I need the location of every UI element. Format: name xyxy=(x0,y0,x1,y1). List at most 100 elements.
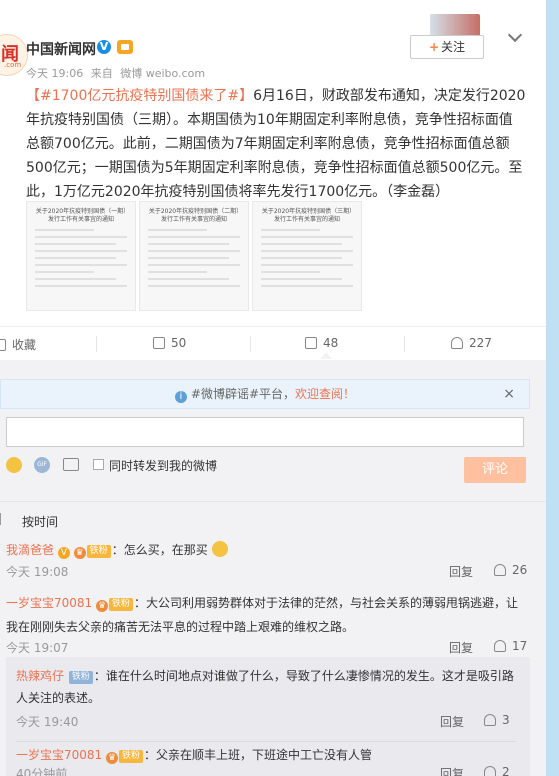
commenter-name[interactable]: 我滴爸爸 xyxy=(6,543,54,557)
chevron-down-icon[interactable] xyxy=(507,27,523,43)
reply-thread-box: 热辣鸡仔 铁粉 ：谁在什么时间地点对谁做了什么，导致了什么凄惨情况的发生。这才是吸… xyxy=(6,657,530,776)
notice-text[interactable]: 欢迎查阅！ xyxy=(295,387,355,401)
post-body: 6月16日，财政部发布通知，决定发行2020年抗疫特别国债（三期）。本期国债为1… xyxy=(26,88,526,200)
comment-like-button[interactable]: 26 xyxy=(494,563,527,577)
follow-button[interactable]: + 关注 xyxy=(410,35,484,59)
reply-like-button[interactable]: 2 xyxy=(484,765,510,776)
reply-text: ：父亲在顺丰上班，下班途中工亡没有人管 xyxy=(144,748,373,762)
reply-button[interactable]: 回复 xyxy=(440,713,464,730)
image-text-line xyxy=(261,257,342,259)
comment-time: 今天 19:08 xyxy=(6,565,69,579)
comment-icon xyxy=(305,337,317,349)
comment-sort-bar: 按时间 xyxy=(0,501,546,536)
member-icon: ♛ xyxy=(73,547,86,559)
image-text-line xyxy=(261,250,353,252)
reply-time: 40分钟前 xyxy=(16,767,68,776)
post-author-name[interactable]: 中国新闻网 xyxy=(26,39,96,59)
image-text-line xyxy=(261,236,353,238)
notice-link[interactable]: #微博辟谣#平台， xyxy=(191,387,295,401)
thumbs-up-icon xyxy=(494,640,506,652)
post-text: 【#1700亿元抗疫特别国债来了#】6月16日，财政部发布通知，决定发行2020… xyxy=(26,84,526,204)
submit-comment-button[interactable]: 评论 xyxy=(464,457,526,483)
reply-like-count: 2 xyxy=(502,765,510,776)
image-text-line xyxy=(148,271,208,273)
image-text-line xyxy=(35,250,127,252)
comment-count: 48 xyxy=(323,336,339,350)
gif-icon[interactable]: GIF xyxy=(34,457,50,473)
post-hashtag[interactable]: 【#1700亿元抗疫特别国债来了#】 xyxy=(26,88,253,104)
post-source-prefix: 来自 xyxy=(90,67,113,80)
comment-time: 今天 19:07 xyxy=(6,641,69,655)
commenter-name[interactable]: 热辣鸡仔 xyxy=(16,669,64,683)
comment-content: 一岁宝宝70081 ♛ 铁粉 ：大公司利用弱势群体对于法律的茫然，与社会关系的薄弱甩… xyxy=(6,591,526,639)
reply-button[interactable]: 回复 xyxy=(449,563,473,580)
thumbs-up-icon xyxy=(451,337,463,349)
post-source[interactable]: 微博 weibo.com xyxy=(120,67,205,80)
repost-button[interactable]: 50 xyxy=(153,336,186,350)
reply-content: 热辣鸡仔 铁粉 ：谁在什么时间地点对谁做了什么，导致了什么凄惨情况的发生。这才是吸… xyxy=(16,665,516,709)
post-image-2[interactable]: 关于2020年抗疫特别国债（二期）发行工作有关事宜的通知 xyxy=(139,201,249,311)
follow-label: 关注 xyxy=(441,40,466,54)
divider xyxy=(404,336,405,352)
image-text-line xyxy=(148,278,229,280)
like-button[interactable]: 227 xyxy=(451,336,492,350)
image-text-line xyxy=(261,264,353,266)
sort-by-time[interactable]: 按时间 xyxy=(22,513,58,530)
image-title: 关于2020年抗疫特别国债（二期）发行工作有关事宜的通知 xyxy=(148,208,240,223)
thumbs-up-icon xyxy=(484,714,496,726)
image-text-line xyxy=(35,264,127,266)
weibo-card: 闻 .com 中国新闻网 V 今天 19:06 来自 微博 weibo.com … xyxy=(0,0,546,776)
commenter-name[interactable]: 一岁宝宝70081 xyxy=(16,748,102,762)
header-decoration-image xyxy=(430,14,480,36)
reply-like-button[interactable]: 3 xyxy=(484,713,510,727)
post-meta: 今天 19:06 来自 微博 weibo.com xyxy=(26,65,209,81)
image-text-line xyxy=(35,229,95,231)
comment-input[interactable] xyxy=(6,417,524,447)
image-text-line xyxy=(261,285,353,287)
fan-badge: 铁粉 xyxy=(109,598,134,611)
comment-item: 一岁宝宝70081 ♛ 铁粉 ：大公司利用弱势群体对于法律的茫然，与社会关系的薄弱甩… xyxy=(0,583,546,656)
close-icon[interactable]: × xyxy=(503,380,515,408)
verified-icon: V xyxy=(57,547,70,559)
rumor-notice: i #微博辟谣#平台，欢迎查阅！ × xyxy=(0,379,530,409)
collect-label: 收藏 xyxy=(12,338,37,352)
comment-button[interactable]: 48 xyxy=(305,336,338,350)
post-image-3[interactable]: 关于2020年抗疫特别国债（三期）发行工作有关事宜的通知 xyxy=(252,201,362,311)
comment-content: 我滴爸爸 V ♛ 铁粉 ：怎么买，在那买 xyxy=(6,541,228,559)
emoji-icon xyxy=(211,541,228,557)
image-text-line xyxy=(261,229,321,231)
like-count: 227 xyxy=(469,336,492,350)
comment-like-count: 17 xyxy=(512,639,528,653)
image-title: 关于2020年抗疫特别国债（一期）发行工作有关事宜的通知 xyxy=(35,208,127,223)
image-text-line xyxy=(148,257,229,259)
post-image-1[interactable]: 关于2020年抗疫特别国债（一期）发行工作有关事宜的通知 xyxy=(26,201,136,311)
collect-button[interactable]: 收藏 xyxy=(0,336,36,353)
image-text-line xyxy=(35,236,127,238)
sync-checkbox[interactable] xyxy=(93,459,104,470)
commenter-name[interactable]: 一岁宝宝70081 xyxy=(6,596,92,610)
image-text-line xyxy=(148,250,240,252)
info-icon: i xyxy=(174,391,187,403)
comment-section: i #微博辟谣#平台，欢迎查阅！ × GIF 同时转发到我的微博 评论 按时间 我… xyxy=(0,360,546,776)
image-text-line xyxy=(148,264,240,266)
image-text-line xyxy=(261,243,342,245)
divider xyxy=(250,336,251,352)
comment-like-button[interactable]: 17 xyxy=(494,639,527,653)
member-crown-icon xyxy=(117,40,133,54)
reply-thread: 热辣鸡仔 铁粉 ：谁在什么时间地点对谁做了什么，导致了什么凄惨情况的发生。这才是吸… xyxy=(0,657,546,776)
avatar[interactable]: 闻 .com xyxy=(0,34,28,76)
member-icon: ♛ xyxy=(96,600,109,612)
post-time[interactable]: 今天 19:06 xyxy=(26,67,83,80)
reply-button[interactable]: 回复 xyxy=(440,765,464,776)
emoji-icon[interactable] xyxy=(6,457,22,473)
sync-label: 同时转发到我的微博 xyxy=(109,459,218,473)
reply-time: 今天 19:40 xyxy=(16,715,79,729)
image-text-line xyxy=(148,236,240,238)
image-text-line xyxy=(261,278,342,280)
image-icon[interactable] xyxy=(63,458,79,471)
comment-pointer xyxy=(320,352,332,359)
comment-item: 我滴爸爸 V ♛ 铁粉 ：怎么买，在那买 今天 19:08 回复 26 xyxy=(0,535,546,583)
reply-button[interactable]: 回复 xyxy=(449,639,473,656)
thumbs-up-icon xyxy=(494,564,506,576)
image-text-line xyxy=(261,271,321,273)
